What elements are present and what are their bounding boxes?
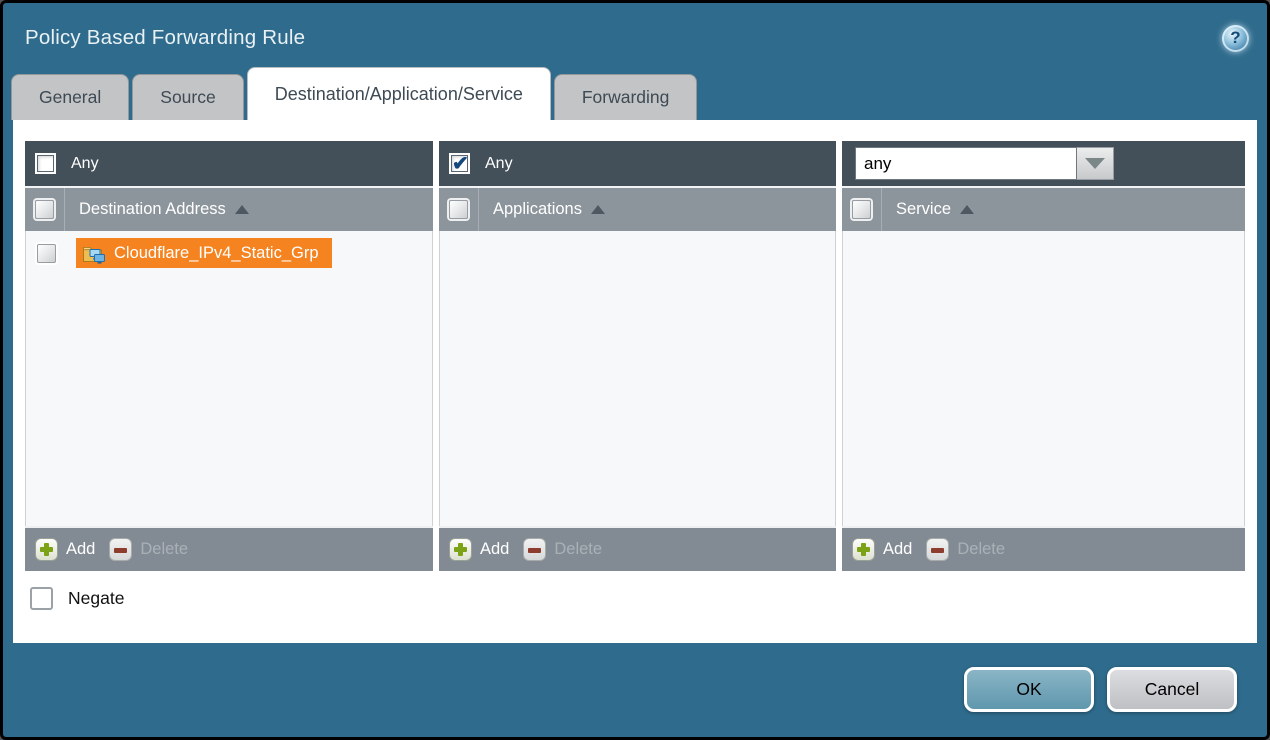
- negate-row: Negate: [30, 587, 1257, 610]
- tab-source[interactable]: Source: [132, 74, 243, 120]
- tab-bar: General Source Destination/Application/S…: [3, 67, 1267, 120]
- add-plus-icon: [852, 538, 875, 561]
- ok-button[interactable]: OK: [964, 667, 1094, 712]
- delete-button-label: Delete: [554, 540, 602, 559]
- applications-any-checkbox[interactable]: [449, 153, 470, 174]
- sort-ascending-icon[interactable]: [235, 205, 249, 214]
- service-header-row: Service: [842, 186, 1245, 231]
- service-column: Service Add Delete: [842, 141, 1245, 571]
- destination-address-list: Cloudflare_IPv4_Static_Grp: [25, 231, 433, 526]
- title-bar: Policy Based Forwarding Rule ?: [3, 3, 1267, 67]
- sort-ascending-icon[interactable]: [591, 205, 605, 214]
- destination-item-label: Cloudflare_IPv4_Static_Grp: [114, 244, 319, 263]
- destination-any-bar: Any: [25, 141, 433, 186]
- destination-any-checkbox[interactable]: [35, 153, 56, 174]
- destination-delete-button[interactable]: Delete: [109, 538, 188, 561]
- delete-minus-icon: [109, 538, 132, 561]
- add-button-label: Add: [883, 540, 912, 559]
- sort-ascending-icon[interactable]: [960, 205, 974, 214]
- add-button-label: Add: [66, 540, 95, 559]
- applications-list: [439, 231, 836, 526]
- applications-any-bar: Any: [439, 141, 836, 186]
- destination-select-all-checkbox[interactable]: [35, 200, 54, 219]
- applications-select-all-checkbox[interactable]: [449, 200, 468, 219]
- negate-label: Negate: [68, 588, 124, 609]
- destination-select-all-cell: [25, 188, 65, 231]
- tab-general[interactable]: General: [11, 74, 129, 120]
- help-icon[interactable]: ?: [1222, 25, 1249, 52]
- destination-address-header-row: Destination Address: [25, 186, 433, 231]
- dialog-footer: OK Cancel: [3, 643, 1267, 737]
- columns-container: Any Destination Address: [13, 120, 1257, 571]
- destination-item-checkbox[interactable]: [37, 244, 56, 263]
- cancel-button[interactable]: Cancel: [1107, 667, 1237, 712]
- applications-delete-button[interactable]: Delete: [523, 538, 602, 561]
- service-dropdown-button[interactable]: [1077, 147, 1114, 180]
- applications-add-button[interactable]: Add: [449, 538, 509, 561]
- service-dropdown: [855, 147, 1114, 180]
- add-button-label: Add: [480, 540, 509, 559]
- service-delete-button[interactable]: Delete: [926, 538, 1005, 561]
- chevron-down-icon: [1085, 158, 1105, 169]
- tab-destination-application-service[interactable]: Destination/Application/Service: [247, 67, 551, 120]
- negate-checkbox[interactable]: [30, 587, 53, 610]
- applications-any-label: Any: [485, 155, 513, 173]
- service-any-bar: [842, 141, 1245, 186]
- delete-button-label: Delete: [140, 540, 188, 559]
- destination-add-button[interactable]: Add: [35, 538, 95, 561]
- service-header-label[interactable]: Service: [896, 200, 951, 219]
- service-add-button[interactable]: Add: [852, 538, 912, 561]
- service-select-all-checkbox[interactable]: [852, 200, 871, 219]
- destination-footer-bar: Add Delete: [25, 526, 433, 571]
- add-plus-icon: [35, 538, 58, 561]
- applications-footer-bar: Add Delete: [439, 526, 836, 571]
- footer-button-group: OK Cancel: [964, 667, 1237, 712]
- delete-minus-icon: [926, 538, 949, 561]
- policy-based-forwarding-dialog: Policy Based Forwarding Rule ? General S…: [0, 0, 1270, 740]
- tab-forwarding[interactable]: Forwarding: [554, 74, 698, 120]
- service-footer-bar: Add Delete: [842, 526, 1245, 571]
- applications-select-all-cell: [439, 188, 479, 231]
- applications-header-row: Applications: [439, 186, 836, 231]
- add-plus-icon: [449, 538, 472, 561]
- destination-item-cloudflare[interactable]: Cloudflare_IPv4_Static_Grp: [76, 238, 332, 268]
- destination-address-header-label[interactable]: Destination Address: [79, 200, 226, 219]
- address-group-icon: [82, 242, 106, 264]
- service-list: [842, 231, 1245, 526]
- applications-column: Any Applications Add: [439, 141, 836, 571]
- delete-button-label: Delete: [957, 540, 1005, 559]
- destination-any-label: Any: [71, 155, 99, 173]
- applications-header-label[interactable]: Applications: [493, 200, 582, 219]
- service-select-all-cell: [842, 188, 882, 231]
- delete-minus-icon: [523, 538, 546, 561]
- dialog-title: Policy Based Forwarding Rule: [25, 26, 305, 50]
- tab-content-panel: Any Destination Address: [13, 120, 1257, 643]
- service-dropdown-input[interactable]: [855, 147, 1077, 180]
- destination-address-column: Any Destination Address: [25, 141, 433, 571]
- list-item: Cloudflare_IPv4_Static_Grp: [26, 238, 432, 268]
